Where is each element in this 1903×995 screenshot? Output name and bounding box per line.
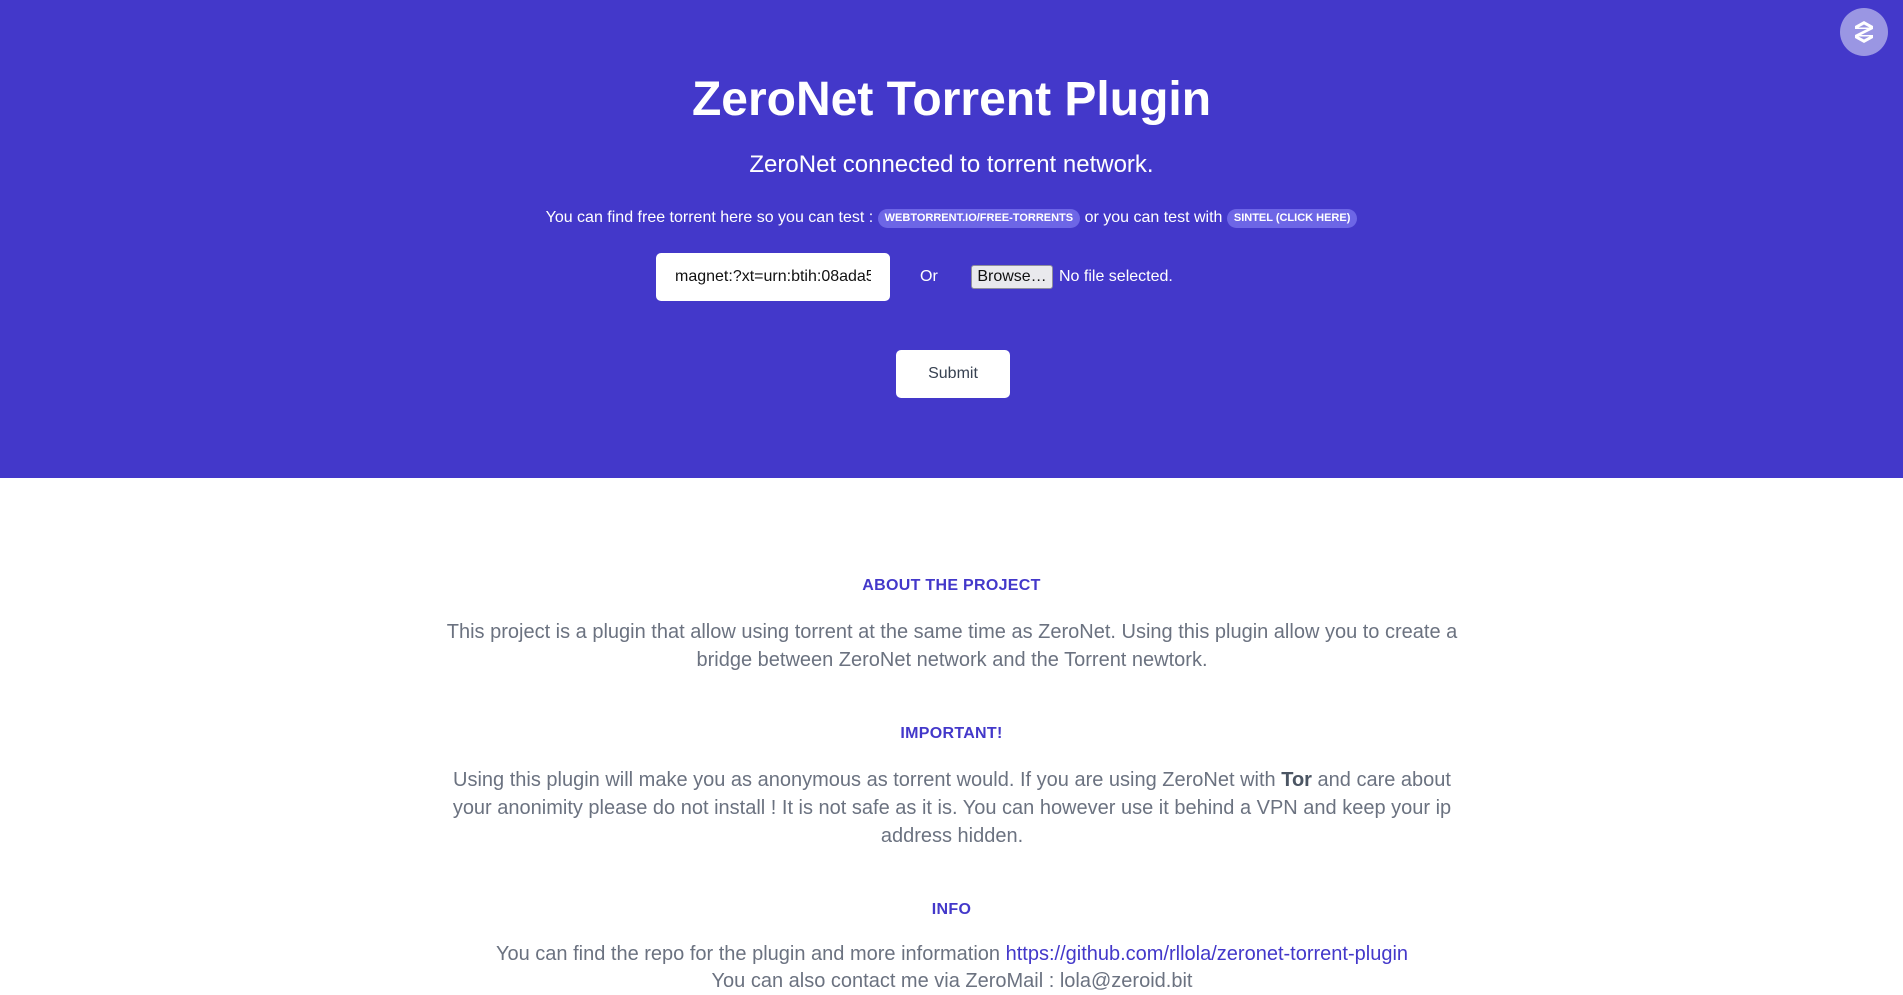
important-heading: IMPORTANT! — [900, 725, 1003, 742]
sintel-link[interactable]: SINTEL (CLICK HERE) — [1226, 209, 1358, 228]
or-label: Or — [920, 268, 938, 285]
hint-prefix: You can find free torrent here so you ca… — [545, 209, 874, 226]
zeronet-logo-button[interactable] — [1840, 8, 1888, 56]
repo-text: You can find the repo for the plugin and… — [495, 943, 1001, 965]
info-heading: INFO — [931, 901, 972, 918]
hint-middle: or you can test with — [1084, 209, 1223, 226]
submit-button[interactable]: Submit — [896, 350, 1010, 398]
about-heading: ABOUT THE PROJECT — [862, 577, 1041, 594]
contact-text: You can also contact me via ZeroMail : l… — [711, 970, 1193, 992]
repo-link[interactable]: https://github.com/rllola/zeronet-torren… — [1006, 943, 1408, 965]
file-status: No file selected. — [1059, 268, 1173, 285]
connection-status: ZeroNet connected to torrent network. — [749, 151, 1154, 178]
about-body: This project is a plugin that allow usin… — [446, 621, 1458, 671]
browse-button[interactable]: Browse… — [971, 265, 1053, 289]
important-body: Using this plugin will make you as anony… — [442, 766, 1462, 850]
important-text-before: Using this plugin will make you as anony… — [453, 769, 1276, 791]
tor-emphasis: Tor — [1281, 769, 1312, 791]
info-body: You can find the repo for the plugin and… — [442, 941, 1462, 995]
page-title: ZeroNet Torrent Plugin — [691, 73, 1212, 126]
test-hint: You can find free torrent here so you ca… — [0, 207, 1903, 229]
hero-section: ZeroNet Torrent Plugin ZeroNet connected… — [0, 0, 1903, 478]
magnet-input[interactable] — [656, 253, 890, 301]
zeronet-logo-icon — [1855, 21, 1873, 43]
free-torrents-link[interactable]: WEBTORRENT.IO/FREE-TORRENTS — [877, 209, 1081, 228]
